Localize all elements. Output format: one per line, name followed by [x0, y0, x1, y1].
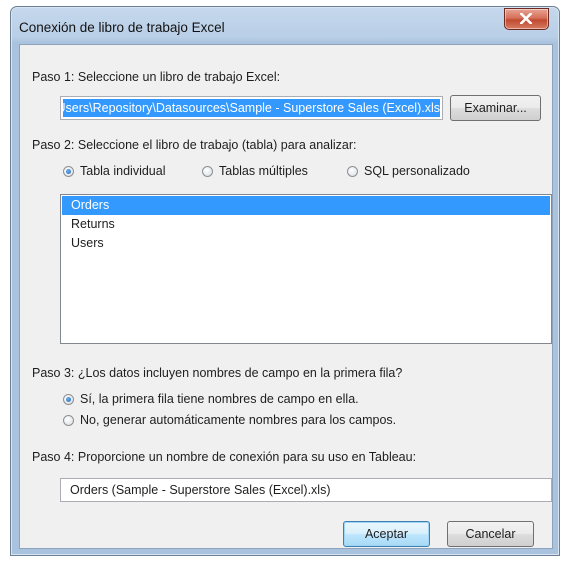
radio-auto-generate-names-label: No, generar automáticamente nombres para…	[80, 413, 397, 427]
radio-single-table-label: Tabla individual	[80, 164, 166, 178]
radio-custom-sql-label: SQL personalizado	[364, 164, 470, 178]
list-item[interactable]: Returns	[62, 215, 550, 234]
radio-first-row-headers[interactable]: Sí, la primera fila tiene nombres de cam…	[63, 390, 359, 408]
workbook-path-text: C:\Users\Repository\Datasources\Sample -…	[63, 101, 440, 115]
radio-custom-sql[interactable]: SQL personalizado	[347, 162, 470, 180]
radio-button[interactable]	[202, 165, 213, 177]
list-item[interactable]: Users	[62, 234, 550, 253]
radio-first-row-headers-label: Sí, la primera fila tiene nombres de cam…	[80, 392, 359, 406]
list-item[interactable]: Orders	[62, 196, 550, 215]
radio-multiple-tables[interactable]: Tablas múltiples	[202, 162, 308, 180]
radio-button-checked[interactable]	[63, 165, 74, 177]
radio-button-checked[interactable]	[63, 393, 74, 405]
step2-label: Paso 2: Seleccione el libro de trabajo (…	[32, 138, 357, 152]
browse-button[interactable]: Examinar...	[450, 95, 541, 121]
dialog-window: Conexión de libro de trabajo Excel Paso …	[10, 6, 560, 556]
step3-label: Paso 3: ¿Los datos incluyen nombres de c…	[32, 366, 403, 380]
cancel-button[interactable]: Cancelar	[447, 521, 534, 547]
radio-multiple-tables-label: Tablas múltiples	[219, 164, 308, 178]
radio-button[interactable]	[63, 414, 74, 426]
radio-single-table[interactable]: Tabla individual	[63, 162, 165, 180]
workbook-path-input[interactable]: C:\Users\Repository\Datasources\Sample -…	[60, 96, 443, 120]
ok-button[interactable]: Aceptar	[343, 521, 430, 547]
dialog-client-area: Paso 1: Seleccione un libro de trabajo E…	[19, 44, 553, 549]
close-icon	[520, 13, 532, 24]
close-button[interactable]	[504, 8, 549, 30]
radio-button[interactable]	[347, 165, 358, 177]
radio-auto-generate-names[interactable]: No, generar automáticamente nombres para…	[63, 411, 396, 429]
connection-name-input[interactable]: Orders (Sample - Superstore Sales (Excel…	[60, 478, 552, 502]
title-bar[interactable]: Conexión de libro de trabajo Excel	[11, 7, 559, 44]
table-listbox[interactable]: Orders Returns Users	[60, 194, 552, 344]
workbook-path-selection: C:\Users\Repository\Datasources\Sample -…	[63, 99, 440, 117]
dialog-title: Conexión de libro de trabajo Excel	[19, 20, 225, 35]
step1-label: Paso 1: Seleccione un libro de trabajo E…	[32, 70, 281, 84]
step4-label: Paso 4: Proporcione un nombre de conexió…	[32, 450, 417, 464]
